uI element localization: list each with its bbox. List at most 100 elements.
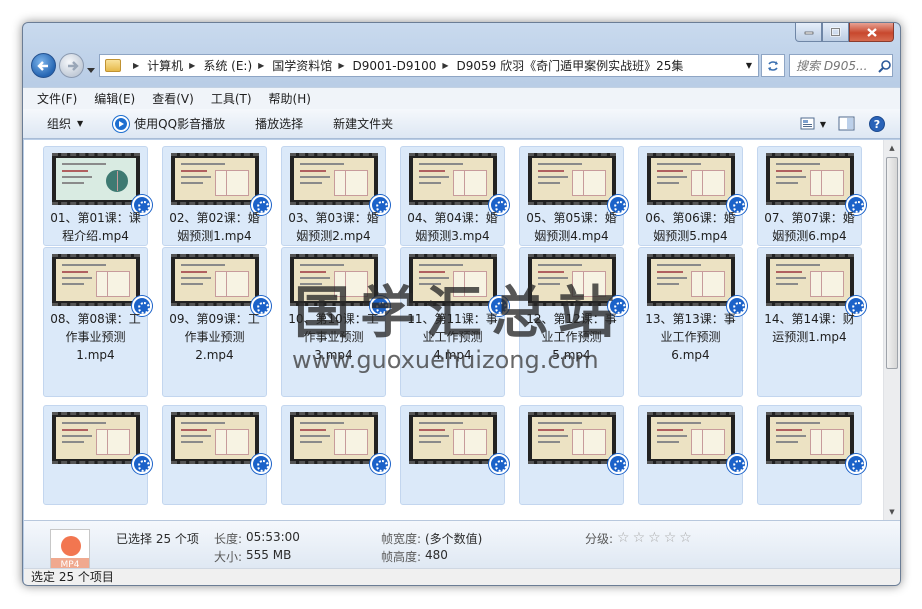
file-name-line: 作事业预测: [184, 330, 245, 344]
file-name: 13、第13课：事 业工作预测 6.mp4: [639, 310, 742, 364]
back-button[interactable]: [31, 53, 56, 78]
menu-view[interactable]: 查看(V): [152, 90, 194, 107]
file-name: 08、第08课：工 作事业预测 1.mp4: [44, 310, 147, 364]
file-name: 02、第02课：婚 姻预测1.mp4: [163, 209, 266, 245]
breadcrumb-drive[interactable]: 系统 (E:): [203, 57, 252, 74]
forward-button[interactable]: [59, 53, 84, 78]
file-name-line: 03、第03课：婚: [288, 211, 379, 225]
file-item[interactable]: 03、第03课：婚 姻预测2.mp4: [281, 146, 390, 246]
thumbnail-slide: [175, 259, 255, 301]
file-name-line: 07、第07课：婚: [764, 211, 855, 225]
breadcrumb-arrow-icon[interactable]: ▶: [338, 61, 344, 70]
file-item[interactable]: [281, 405, 390, 505]
address-dropdown-icon[interactable]: ▼: [746, 61, 752, 70]
vertical-scrollbar[interactable]: ▲ ▼: [883, 140, 900, 520]
breadcrumb-range[interactable]: D9001-D9100: [352, 59, 436, 73]
file-item[interactable]: 07、第07课：婚 姻预测6.mp4: [757, 146, 866, 246]
scroll-down-icon[interactable]: ▼: [884, 504, 900, 520]
slide-detail: [96, 429, 130, 455]
slide-detail: [810, 429, 844, 455]
file-item[interactable]: 04、第04课：婚 姻预测3.mp4: [400, 146, 509, 246]
file-item[interactable]: [519, 405, 628, 505]
thumbnail-slide: [770, 158, 850, 200]
file-item[interactable]: 09、第09课：工 作事业预测 2.mp4: [162, 247, 271, 397]
file-item[interactable]: 01、第01课：课 程介绍.mp4: [43, 146, 152, 246]
file-item[interactable]: [162, 405, 271, 505]
slide-detail: [300, 429, 326, 431]
menu-tools[interactable]: 工具(T): [211, 90, 252, 107]
star-icon[interactable]: ☆: [679, 530, 692, 546]
slide-detail: [62, 170, 88, 172]
breadcrumb-current[interactable]: D9059 欣羽《奇门遁甲案例实战班》25集: [457, 57, 684, 74]
play-qq-button[interactable]: 使用QQ影音播放: [113, 115, 225, 132]
slide-detail: [572, 170, 606, 196]
view-options-dropdown-icon[interactable]: ▼: [820, 120, 826, 129]
new-folder-button[interactable]: 新建文件夹: [333, 115, 393, 132]
scroll-thumb[interactable]: [886, 157, 898, 369]
search-input[interactable]: [796, 58, 876, 73]
file-item[interactable]: 05、第05课：婚 姻预测4.mp4: [519, 146, 628, 246]
rating-stars[interactable]: ☆ ☆ ☆ ☆ ☆: [617, 530, 695, 546]
breadcrumb-computer[interactable]: 计算机: [147, 57, 183, 74]
breadcrumb-guoxue[interactable]: 国学资料馆: [272, 57, 332, 74]
frame-width-value: (多个数值): [425, 532, 483, 546]
slide-detail: [776, 170, 802, 172]
slide-detail: [538, 176, 568, 178]
file-item[interactable]: 06、第06课：婚 姻预测5.mp4: [638, 146, 747, 246]
slide-detail: [62, 435, 92, 437]
preview-pane-icon[interactable]: [838, 116, 856, 132]
file-item[interactable]: [43, 405, 152, 505]
star-icon[interactable]: ☆: [664, 530, 677, 546]
address-bar[interactable]: ▶ 计算机 ▶ 系统 (E:) ▶ 国学资料馆 ▶ D9001-D9100 ▶ …: [99, 54, 759, 77]
menu-edit[interactable]: 编辑(E): [94, 90, 135, 107]
refresh-icon: [768, 60, 778, 71]
minimize-button[interactable]: [795, 23, 822, 42]
thumbnail-slide: [651, 417, 731, 459]
file-name-line: 08、第08课：工: [50, 312, 141, 326]
star-icon[interactable]: ☆: [617, 530, 630, 546]
file-item[interactable]: 13、第13课：事 业工作预测 6.mp4: [638, 247, 747, 397]
breadcrumb-arrow-icon[interactable]: ▶: [133, 61, 139, 70]
view-options-icon[interactable]: [800, 117, 816, 131]
search-box[interactable]: [789, 54, 893, 77]
star-icon[interactable]: ☆: [633, 530, 646, 546]
command-bar: 组织 ▼ 使用QQ影音播放 播放选择 新建文件夹 ▼ ?: [23, 109, 900, 139]
slide-detail: [334, 170, 368, 196]
video-thumbnail: [647, 254, 735, 306]
thumbnail-slide: [532, 158, 612, 200]
file-item[interactable]: 14、第14课：财 运预测1.mp4: [757, 247, 866, 397]
close-icon: [866, 27, 877, 37]
maximize-button[interactable]: [822, 23, 849, 42]
slide-detail: [657, 163, 701, 165]
slide-detail: [538, 170, 564, 172]
scroll-up-icon[interactable]: ▲: [884, 140, 900, 156]
refresh-button[interactable]: [761, 54, 785, 77]
breadcrumb-arrow-icon[interactable]: ▶: [258, 61, 264, 70]
play-selection-button[interactable]: 播放选择: [255, 115, 303, 132]
file-name: 09、第09课：工 作事业预测 2.mp4: [163, 310, 266, 364]
file-item[interactable]: [400, 405, 509, 505]
breadcrumb-arrow-icon[interactable]: ▶: [189, 61, 195, 70]
recent-pages-dropdown[interactable]: [87, 62, 95, 76]
status-bar: 选定 25 个项目: [24, 568, 900, 585]
file-item[interactable]: 02、第02课：婚 姻预测1.mp4: [162, 146, 271, 246]
file-item[interactable]: [638, 405, 747, 505]
qq-player-badge-icon: [370, 454, 390, 474]
help-icon[interactable]: ?: [868, 115, 886, 133]
file-item[interactable]: 08、第08课：工 作事业预测 1.mp4: [43, 247, 152, 397]
file-name-line: 2.mp4: [195, 348, 234, 362]
menu-file[interactable]: 文件(F): [37, 90, 77, 107]
slide-detail: [300, 163, 344, 165]
organize-button[interactable]: 组织 ▼: [47, 115, 83, 132]
slide-detail: [691, 429, 725, 455]
menu-help[interactable]: 帮助(H): [269, 90, 311, 107]
slide-detail: [181, 271, 207, 273]
file-item[interactable]: [757, 405, 866, 505]
slide-detail: [215, 170, 249, 196]
thumbnail-slide: [413, 158, 493, 200]
slide-detail: [776, 441, 798, 443]
star-icon[interactable]: ☆: [648, 530, 661, 546]
breadcrumb-arrow-icon[interactable]: ▶: [442, 61, 448, 70]
organize-label: 组织: [47, 117, 72, 131]
close-button[interactable]: [849, 23, 894, 42]
